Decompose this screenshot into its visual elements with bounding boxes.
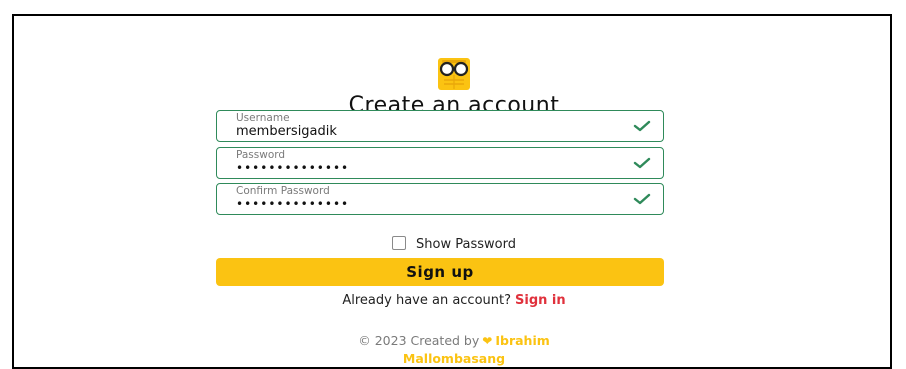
- signin-row: Already have an account? Sign in: [14, 293, 894, 308]
- username-value: membersigadik: [236, 124, 337, 139]
- footer-author-last[interactable]: Mallombasang: [14, 350, 894, 367]
- owl-glasses-logo-icon: [438, 58, 470, 90]
- username-field[interactable]: Username membersigadik: [216, 110, 664, 142]
- check-icon: [633, 193, 651, 205]
- show-password-label[interactable]: Show Password: [416, 237, 516, 252]
- username-label: Username: [236, 112, 290, 124]
- check-icon: [633, 157, 651, 169]
- sign-in-link[interactable]: Sign in: [515, 293, 566, 308]
- footer-author-first[interactable]: Ibrahim: [495, 333, 549, 348]
- check-icon: [633, 120, 651, 132]
- footer-copyright: © 2023 Created by: [358, 333, 480, 348]
- confirm-password-field[interactable]: Confirm Password ••••••••••••••: [216, 183, 664, 215]
- signup-card: Create an account Username membersigadik…: [12, 14, 892, 369]
- heart-icon: ❤: [482, 334, 493, 348]
- confirm-password-value: ••••••••••••••: [236, 197, 350, 211]
- sign-up-button[interactable]: Sign up: [216, 258, 664, 286]
- show-password-checkbox[interactable]: [392, 236, 407, 250]
- signin-prompt: Already have an account?: [342, 293, 512, 308]
- footer: © 2023 Created by ❤ Ibrahim Mallombasang: [14, 332, 894, 367]
- password-value: ••••••••••••••: [236, 161, 350, 175]
- show-password-row: Show Password: [14, 236, 894, 252]
- password-field[interactable]: Password ••••••••••••••: [216, 147, 664, 179]
